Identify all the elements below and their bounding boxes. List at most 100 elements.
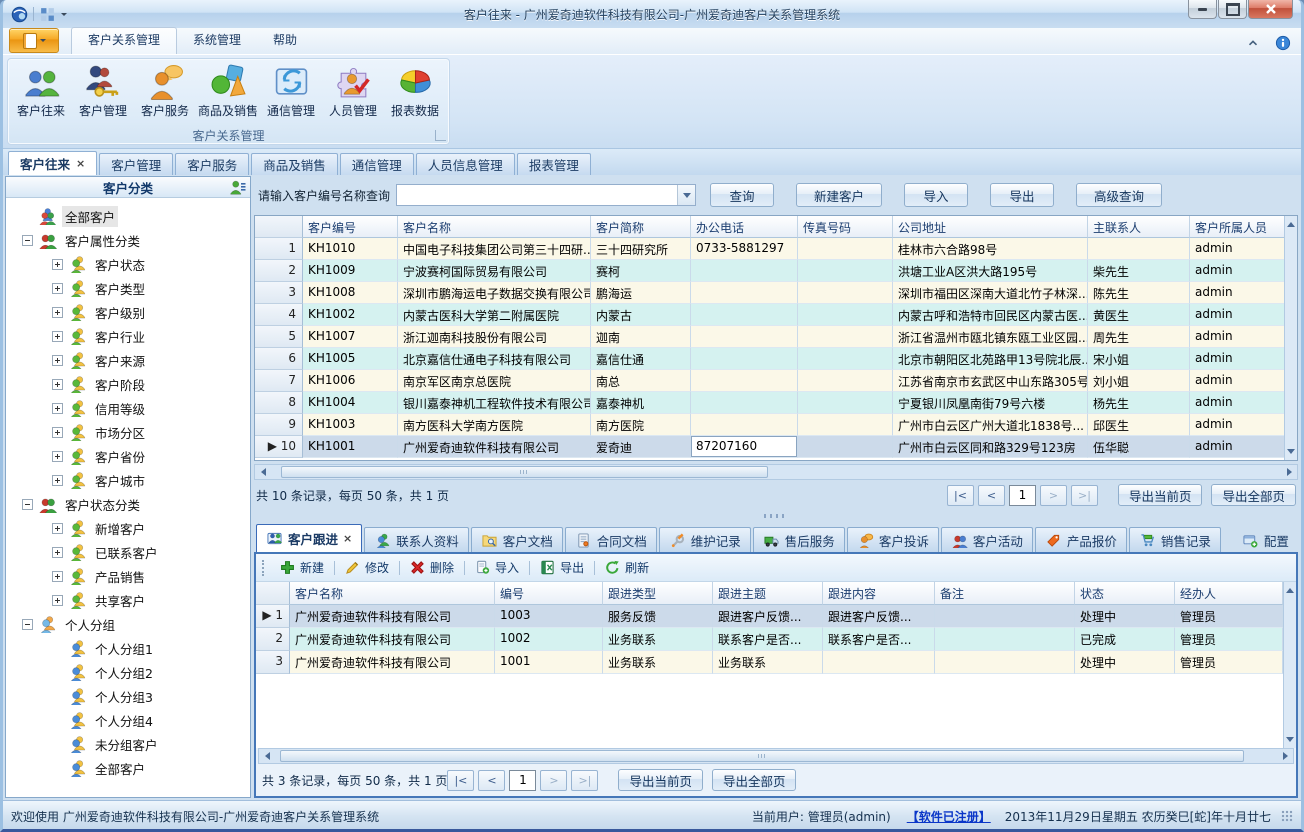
tree-item[interactable]: 个人分组1 [6, 636, 250, 660]
close-tab-icon[interactable]: × [76, 157, 85, 170]
minimize-button[interactable] [1188, 0, 1217, 19]
collapse-ribbon-icon[interactable] [1245, 35, 1261, 51]
import-button[interactable]: 导入 [471, 559, 523, 576]
tree-item[interactable]: 个人分组2 [6, 660, 250, 684]
export-current-page-button[interactable]: 导出当前页 [618, 769, 703, 791]
tree-item[interactable]: 共享客户 [6, 588, 250, 612]
hscroll-track[interactable] [275, 749, 1277, 763]
table-row[interactable]: 9KH1003南方医科大学南方医院南方医院广州市白云区广州大道北1838号...… [255, 414, 1284, 436]
document-tab-communication[interactable]: 通信管理 [340, 153, 414, 175]
scroll-right-icon[interactable] [1277, 749, 1293, 763]
expand-icon[interactable] [52, 283, 63, 294]
tree-item[interactable]: 全部客户 [6, 204, 250, 228]
tree-item[interactable]: 信用等级 [6, 396, 250, 420]
info-icon[interactable] [1275, 35, 1291, 51]
table-row[interactable]: 8KH1004银川嘉泰神机工程软件技术有限公司嘉泰神机宁夏银川凤凰南街79号六楼… [255, 392, 1284, 414]
customer-search-input[interactable] [397, 185, 677, 205]
tree-item[interactable]: 个人分组 [6, 612, 250, 636]
ribbon-button-customer-contacts[interactable]: 客户往来 [10, 61, 72, 127]
tree-item[interactable]: 个人分组4 [6, 708, 250, 732]
tree-item[interactable]: 客户级别 [6, 300, 250, 324]
expand-icon[interactable] [52, 259, 63, 270]
column-header[interactable]: 客户编号 [303, 216, 398, 238]
app-logo-icon[interactable] [11, 6, 28, 23]
table-row[interactable]: 2KH1009宁波赛柯国际贸易有限公司赛柯洪塘工业A区洪大路195号柴先生adm… [255, 260, 1284, 282]
document-tab-customer-contacts[interactable]: 客户往来× [8, 151, 97, 175]
table-row[interactable]: 1KH1010中国电子科技集团公司第三十四研...三十四研究所0733-5881… [255, 238, 1284, 260]
combo-dropdown-button[interactable] [677, 185, 695, 205]
dialog-launcher-icon[interactable] [435, 130, 446, 141]
refresh-button[interactable]: 刷新 [601, 559, 653, 576]
ribbon-button-report-data[interactable]: 报表数据 [384, 61, 446, 127]
pager-next-button[interactable]: > [540, 770, 567, 791]
export-button[interactable]: 导出 [536, 559, 588, 576]
table-row[interactable]: 4KH1002内蒙古医科大学第二附属医院内蒙古内蒙古呼和浩特市回民区内蒙古医..… [255, 304, 1284, 326]
column-header[interactable]: 备注 [935, 582, 1075, 605]
detail-tab-contacts-info[interactable]: 联系人资料 [364, 527, 469, 552]
detail-tab-after-sales-service[interactable]: 售后服务 [753, 527, 845, 552]
tree-item[interactable]: 产品销售 [6, 564, 250, 588]
collapse-icon[interactable] [22, 499, 33, 510]
edit-button[interactable]: 修改 [341, 559, 393, 576]
expand-icon[interactable] [52, 403, 63, 414]
tree-item[interactable]: 客户省份 [6, 444, 250, 468]
export-all-pages-button[interactable]: 导出全部页 [1211, 484, 1296, 506]
tree-item[interactable]: 客户来源 [6, 348, 250, 372]
expand-icon[interactable] [52, 571, 63, 582]
detail-tab-sales-records[interactable]: 销售记录 [1129, 527, 1221, 552]
tree-item[interactable]: 全部客户 [6, 756, 250, 780]
tree-item[interactable]: 个人分组3 [6, 684, 250, 708]
column-header[interactable]: 公司地址 [893, 216, 1088, 238]
ribbon-button-communication[interactable]: 通信管理 [260, 61, 322, 127]
tree-item[interactable]: 已联系客户 [6, 540, 250, 564]
scroll-left-icon[interactable] [259, 749, 275, 763]
tree-item[interactable]: 客户阶段 [6, 372, 250, 396]
table-row[interactable]: ▶ 1广州爱奇迪软件科技有限公司1003服务反馈跟进客户反馈...跟进客户反馈.… [256, 605, 1283, 628]
close-button[interactable] [1248, 0, 1293, 19]
application-menu-button[interactable] [9, 28, 59, 53]
ribbon-button-customer-service[interactable]: 客户服务 [134, 61, 196, 127]
column-header[interactable]: 客户所属人员 [1190, 216, 1284, 238]
expand-icon[interactable] [52, 355, 63, 366]
ribbon-tab-crm[interactable]: 客户关系管理 [71, 27, 177, 54]
document-tab-report-management[interactable]: 报表管理 [517, 153, 591, 175]
table-row[interactable]: 3广州爱奇迪软件科技有限公司1001业务联系业务联系处理中管理员 [256, 651, 1283, 674]
tree-item[interactable]: 客户属性分类 [6, 228, 250, 252]
tree-item[interactable]: 客户城市 [6, 468, 250, 492]
delete-button[interactable]: 删除 [406, 559, 458, 576]
hscroll-thumb[interactable] [280, 750, 1244, 762]
tree-item[interactable]: 市场分区 [6, 420, 250, 444]
tree-item[interactable]: 客户状态分类 [6, 492, 250, 516]
layout-switch-icon[interactable] [39, 6, 56, 23]
column-header[interactable]: 客户简称 [591, 216, 691, 238]
expand-icon[interactable] [52, 427, 63, 438]
table-row[interactable]: 3KH1008深圳市鹏海运电子数据交换有限公司鹏海运深圳市福田区深南大道北竹子林… [255, 282, 1284, 304]
table-row[interactable]: 7KH1006南京军区南京总医院南总江苏省南京市玄武区中山东路305号刘小姐ad… [255, 370, 1284, 392]
detail-tab-contract-docs[interactable]: 合同文档 [565, 527, 657, 552]
detail-tab-config[interactable]: 配置 [1233, 528, 1298, 552]
detail-tab-customer-complaints[interactable]: 客户投诉 [847, 527, 939, 552]
tree-item[interactable]: 新增客户 [6, 516, 250, 540]
expand-icon[interactable] [52, 523, 63, 534]
hscroll-track[interactable] [271, 465, 1281, 479]
scroll-left-icon[interactable] [255, 465, 271, 479]
pager-first-button[interactable]: |< [447, 770, 474, 791]
export-button[interactable]: 导出 [990, 183, 1054, 207]
table-row[interactable]: 6KH1005北京嘉信仕通电子科技有限公司嘉信仕通北京市朝阳区北苑路甲13号院北… [255, 348, 1284, 370]
detail-tab-maintenance-records[interactable]: 维护记录 [659, 527, 751, 552]
table-row[interactable]: 5KH1007浙江迦南科技股份有限公司迦南浙江省温州市瓯北镇东瓯工业区园...周… [255, 326, 1284, 348]
collapse-icon[interactable] [22, 235, 33, 246]
pager-prev-button[interactable]: < [478, 770, 505, 791]
page-number-box[interactable]: 1 [509, 770, 536, 791]
column-header[interactable]: 跟进类型 [603, 582, 713, 605]
expand-icon[interactable] [52, 475, 63, 486]
pager-last-button[interactable]: >| [571, 770, 598, 791]
document-tab-customer-service[interactable]: 客户服务 [175, 153, 249, 175]
follow-up-table-vscrollbar[interactable] [1283, 582, 1296, 748]
column-header[interactable]: 经办人 [1175, 582, 1283, 605]
user-list-icon[interactable] [230, 179, 246, 195]
ribbon-button-personnel[interactable]: 人员管理 [322, 61, 384, 127]
pager-last-button[interactable]: >| [1071, 485, 1098, 506]
expand-icon[interactable] [52, 307, 63, 318]
detail-tab-customer-docs[interactable]: 客户文档 [471, 527, 563, 552]
